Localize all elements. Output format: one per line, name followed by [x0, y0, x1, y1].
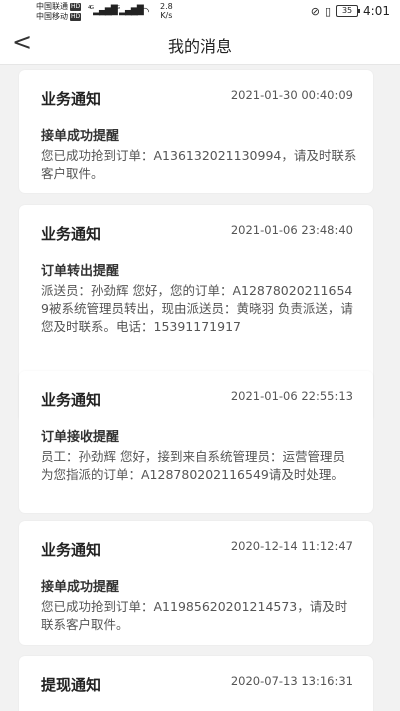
- message-subject: 订单接收提醒: [41, 430, 120, 445]
- hd-badge-1: HD: [70, 3, 82, 11]
- message-subject: 订单转出提醒: [41, 264, 120, 279]
- hd-badge-2: HD: [70, 13, 82, 21]
- carrier-1: 中国联通: [36, 2, 68, 11]
- speed-unit: K/s: [160, 11, 173, 20]
- message-card[interactable]: 业务通知 2020-12-14 11:12:47 接单成功提醒 您已成功抢到订单…: [19, 521, 373, 645]
- network-speed: 2.8 K/s: [160, 2, 173, 20]
- message-time: 2020-12-14 11:12:47: [230, 539, 353, 553]
- speed-value: 2.8: [160, 2, 173, 11]
- nfc-icon: ⊘: [310, 4, 320, 18]
- message-body: 您已成功抢到订单：A11985620201214573，请及时联系客户取件。: [41, 599, 348, 632]
- message-body: 派送员：孙劲辉 您好，您的订单：A128780202116549被系统管理员转出…: [41, 283, 353, 334]
- message-card[interactable]: 业务通知 2021-01-30 00:40:09 接单成功提醒 您已成功抢到订单…: [19, 70, 373, 193]
- signal-icon-2: 4G▂▄▆█: [114, 5, 144, 16]
- carrier-info: 中国联通 HD 中国移动 HD: [36, 2, 82, 22]
- message-subject: 接单成功提醒: [41, 129, 120, 144]
- battery-icon: 35: [336, 5, 361, 17]
- clock: 4:01: [363, 4, 390, 18]
- vibrate-icon: ▯: [324, 4, 332, 18]
- message-list[interactable]: 业务通知 2021-01-30 00:40:09 接单成功提醒 您已成功抢到订单…: [0, 65, 400, 711]
- message-type: 业务通知: [41, 90, 102, 108]
- signal-icon-1: 4G▂▄▆█: [88, 5, 118, 16]
- message-type: 业务通知: [41, 391, 102, 409]
- message-type: 业务通知: [41, 225, 102, 243]
- message-time: 2021-01-06 23:48:40: [230, 223, 353, 237]
- wifi-icon: ◠: [140, 5, 150, 18]
- nav-bar: < 我的消息: [0, 24, 400, 65]
- message-body: 员工：孙劲辉 您好，接到来自系统管理员：运营管理员 为您指派的订单：A12878…: [41, 449, 345, 482]
- message-type: 业务通知: [41, 541, 102, 559]
- message-subject: 接单成功提醒: [41, 580, 120, 595]
- message-card[interactable]: 业务通知 2021-01-06 22:55:13 订单接收提醒 员工：孙劲辉 您…: [19, 371, 373, 513]
- message-time: 2020-07-13 13:16:31: [230, 674, 353, 688]
- page-title: 我的消息: [167, 37, 232, 56]
- message-time: 2021-01-06 22:55:13: [230, 389, 353, 403]
- message-card[interactable]: 提现通知 2020-07-13 13:16:31: [19, 656, 373, 711]
- carrier-2: 中国移动: [36, 12, 68, 21]
- status-bar: 中国联通 HD 中国移动 HD 4G▂▄▆█ 4G▂▄▆█ ◠ 2.8 K/s ⊘ …: [0, 0, 400, 24]
- message-type: 提现通知: [41, 676, 102, 694]
- message-body: 您已成功抢到订单：A136132021130994，请及时联系客户取件。: [41, 148, 357, 181]
- status-right: ⊘ ▯ 35 4:01: [311, 4, 390, 18]
- message-time: 2021-01-30 00:40:09: [230, 88, 353, 102]
